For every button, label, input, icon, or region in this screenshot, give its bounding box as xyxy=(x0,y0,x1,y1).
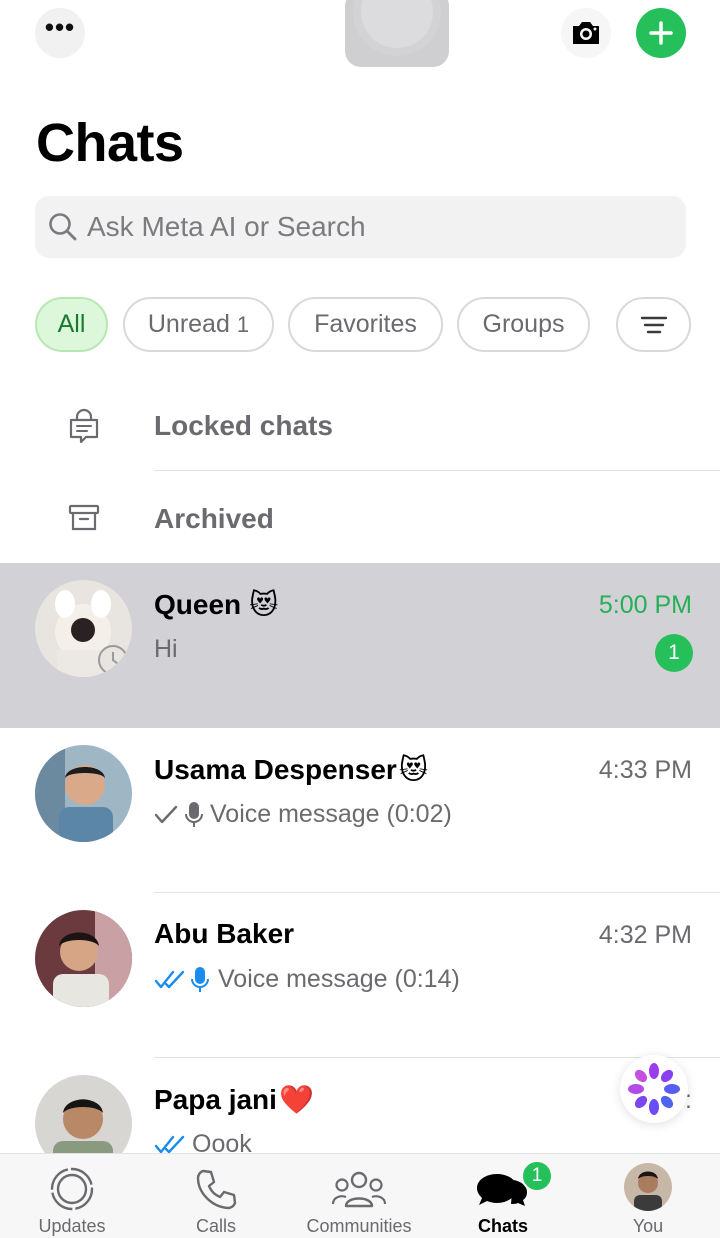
chat-preview: Voice message (0:14) xyxy=(154,965,460,994)
chat-time: 4:32 PM xyxy=(598,921,692,949)
chat-preview: Voice message (0:02) xyxy=(154,800,452,829)
camera-button[interactable] xyxy=(561,8,611,58)
avatar xyxy=(35,910,132,1007)
chat-preview-text: Hi xyxy=(154,635,178,663)
chat-preview: Oook xyxy=(154,1130,252,1153)
filter-chip-label: Favorites xyxy=(314,310,417,338)
filter-chip-label: Groups xyxy=(482,310,565,338)
new-chat-button[interactable] xyxy=(636,8,686,58)
tab-you[interactable]: You xyxy=(598,1154,698,1238)
avatar xyxy=(35,745,132,842)
chat-preview-text: Voice message (0:14) xyxy=(218,965,460,993)
avatar xyxy=(35,580,132,677)
microphone-icon xyxy=(191,966,209,992)
archived-row[interactable]: Archived xyxy=(0,472,720,564)
camera-icon xyxy=(573,22,599,44)
filter-chip-unread[interactable]: Unread 1 xyxy=(123,297,274,352)
chat-row-abu-baker[interactable]: Abu Baker 4:32 PM Voice message (0:14) xyxy=(0,893,720,1058)
archive-icon xyxy=(68,504,100,531)
more-options-button[interactable]: ••• xyxy=(35,8,85,58)
chat-name: Papa jani ❤️ xyxy=(154,1083,314,1116)
tab-badge: 1 xyxy=(521,1160,553,1192)
filter-options-button[interactable] xyxy=(616,297,691,352)
chat-time: 4:33 PM xyxy=(598,756,692,784)
chat-preview: Hi xyxy=(154,635,178,664)
chat-name: Abu Baker xyxy=(154,918,294,950)
double-check-icon xyxy=(154,970,185,988)
meta-ai-button[interactable] xyxy=(620,1055,688,1123)
chat-row-papa-jani[interactable]: Papa jani ❤️ 3: Oook xyxy=(0,1058,720,1153)
filter-chip-all[interactable]: All xyxy=(35,297,108,352)
avatar xyxy=(624,1163,672,1211)
dynamic-island xyxy=(345,0,449,67)
chat-row-usama[interactable]: Usama Despenser 😻 4:33 PM Voice message … xyxy=(0,728,720,893)
avatar xyxy=(35,1075,132,1153)
tab-chats[interactable]: 1 Chats xyxy=(453,1154,553,1238)
filter-lines-icon xyxy=(640,316,667,333)
tab-label: Chats xyxy=(477,1216,528,1236)
meta-ai-icon xyxy=(628,1063,680,1115)
chat-name-text: Usama Despenser xyxy=(154,753,397,785)
chat-name-text: Abu Baker xyxy=(154,918,295,949)
top-bar: ••• xyxy=(0,0,720,80)
chat-name-text: Queen xyxy=(154,588,242,620)
microphone-icon xyxy=(185,801,203,827)
unread-count: 1 xyxy=(236,311,250,337)
tab-calls[interactable]: Calls xyxy=(166,1154,266,1238)
tab-communities[interactable]: Communities xyxy=(299,1154,419,1238)
chat-row-queen[interactable]: Queen 😻 5:00 PM Hi 1 xyxy=(0,563,720,728)
page-title: Chats xyxy=(36,113,184,173)
chat-name: Queen 😻 xyxy=(154,588,278,621)
locked-chats-label: Locked chats xyxy=(154,410,333,441)
chat-name-emoji: ❤️ xyxy=(278,1083,314,1116)
unread-badge: 1 xyxy=(655,634,693,672)
filter-chip-groups[interactable]: Groups xyxy=(457,297,590,352)
single-check-icon xyxy=(154,805,178,823)
chat-name-emoji: 😻 xyxy=(398,753,429,786)
divider xyxy=(154,470,720,471)
lock-chat-icon xyxy=(69,408,99,444)
search-placeholder: Ask Meta AI or Search xyxy=(87,211,366,242)
more-options-label: ••• xyxy=(44,12,76,42)
double-check-icon xyxy=(154,1135,185,1153)
chat-name-emoji: 😻 xyxy=(249,588,279,621)
phone-icon xyxy=(196,1169,237,1210)
chat-time: 5:00 PM xyxy=(598,591,692,619)
search-input[interactable]: Ask Meta AI or Search xyxy=(35,196,686,258)
filter-chip-label: All xyxy=(57,310,86,338)
chat-name: Usama Despenser 😻 xyxy=(154,753,428,786)
tab-bar: Updates Calls Communities 1 Chats You xyxy=(0,1153,720,1238)
plus-icon xyxy=(649,21,673,45)
locked-chats-row[interactable]: Locked chats xyxy=(0,380,720,472)
chat-preview-text: Oook xyxy=(192,1130,252,1153)
updates-icon xyxy=(50,1167,94,1211)
tab-label: Communities xyxy=(306,1216,412,1236)
tab-label: Calls xyxy=(195,1216,236,1236)
filter-chip-favorites[interactable]: Favorites xyxy=(288,297,443,352)
tab-updates[interactable]: Updates xyxy=(22,1154,122,1238)
filter-chips: All Unread 1 Favorites Groups xyxy=(35,297,695,353)
search-icon xyxy=(49,213,77,241)
communities-icon xyxy=(331,1171,387,1208)
chat-preview-text: Voice message (0:02) xyxy=(210,800,452,828)
filter-chip-label: Unread xyxy=(147,310,230,338)
chat-name-text: Papa jani xyxy=(154,1083,277,1115)
archived-label: Archived xyxy=(154,503,274,534)
tab-label: Updates xyxy=(38,1216,106,1236)
tab-label: You xyxy=(632,1216,664,1236)
